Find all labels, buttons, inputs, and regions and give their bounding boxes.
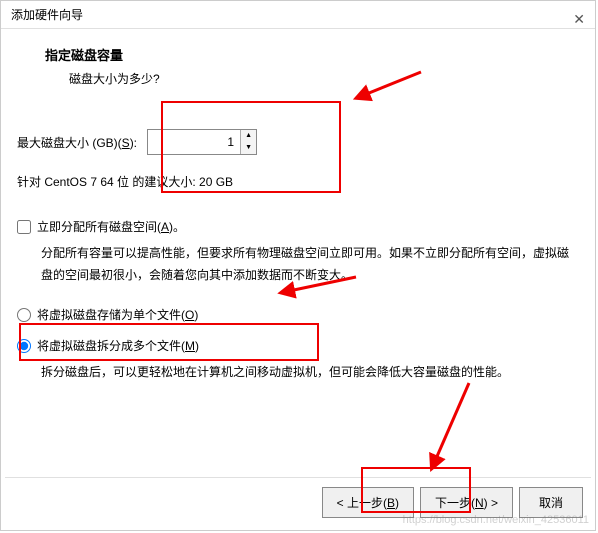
disk-size-input[interactable]: [148, 130, 240, 154]
multi-file-desc: 拆分磁盘后，可以更轻松地在计算机之间移动虚拟机，但可能会降低大容量磁盘的性能。: [17, 362, 579, 384]
page-subheading: 磁盘大小为多少?: [17, 70, 579, 87]
titlebar: 添加硬件向导 ✕: [1, 1, 595, 29]
back-button[interactable]: < 上一步(B): [322, 487, 414, 518]
multi-file-label: 将虚拟磁盘拆分成多个文件(M): [37, 337, 199, 354]
multi-file-row: 将虚拟磁盘拆分成多个文件(M): [17, 337, 579, 354]
close-icon[interactable]: ✕: [573, 5, 585, 33]
wizard-window: 添加硬件向导 ✕ 指定磁盘容量 磁盘大小为多少? 最大磁盘大小 (GB)(S):…: [0, 0, 596, 531]
multi-file-radio[interactable]: [17, 339, 31, 353]
next-button[interactable]: 下一步(N) >: [420, 487, 513, 518]
single-file-row: 将虚拟磁盘存储为单个文件(O): [17, 306, 579, 323]
button-divider: [5, 477, 591, 478]
cancel-button[interactable]: 取消: [519, 487, 583, 518]
disk-size-label: 最大磁盘大小 (GB)(S):: [17, 134, 137, 151]
spinner-down-icon[interactable]: ▼: [241, 142, 256, 154]
recommended-size: 针对 CentOS 7 64 位 的建议大小: 20 GB: [17, 173, 579, 190]
allocate-now-row: 立即分配所有磁盘空间(A)。: [17, 218, 579, 235]
single-file-label: 将虚拟磁盘存储为单个文件(O): [37, 306, 198, 323]
disk-size-row: 最大磁盘大小 (GB)(S): ▲ ▼: [17, 129, 579, 155]
annotation-arrow-3: [427, 377, 477, 470]
disk-size-spinner[interactable]: ▲ ▼: [147, 129, 257, 155]
single-file-radio[interactable]: [17, 308, 31, 322]
spinner-arrows: ▲ ▼: [240, 130, 256, 154]
allocate-now-label: 立即分配所有磁盘空间(A)。: [37, 218, 185, 235]
spinner-up-icon[interactable]: ▲: [241, 130, 256, 142]
allocate-now-desc: 分配所有容量可以提高性能，但要求所有物理磁盘空间立即可用。如果不立即分配所有空间…: [17, 243, 579, 286]
window-title: 添加硬件向导: [11, 8, 83, 22]
page-heading: 指定磁盘容量: [17, 45, 579, 64]
wizard-buttons: < 上一步(B) 下一步(N) > 取消: [322, 487, 583, 518]
allocate-now-checkbox[interactable]: [17, 220, 31, 234]
